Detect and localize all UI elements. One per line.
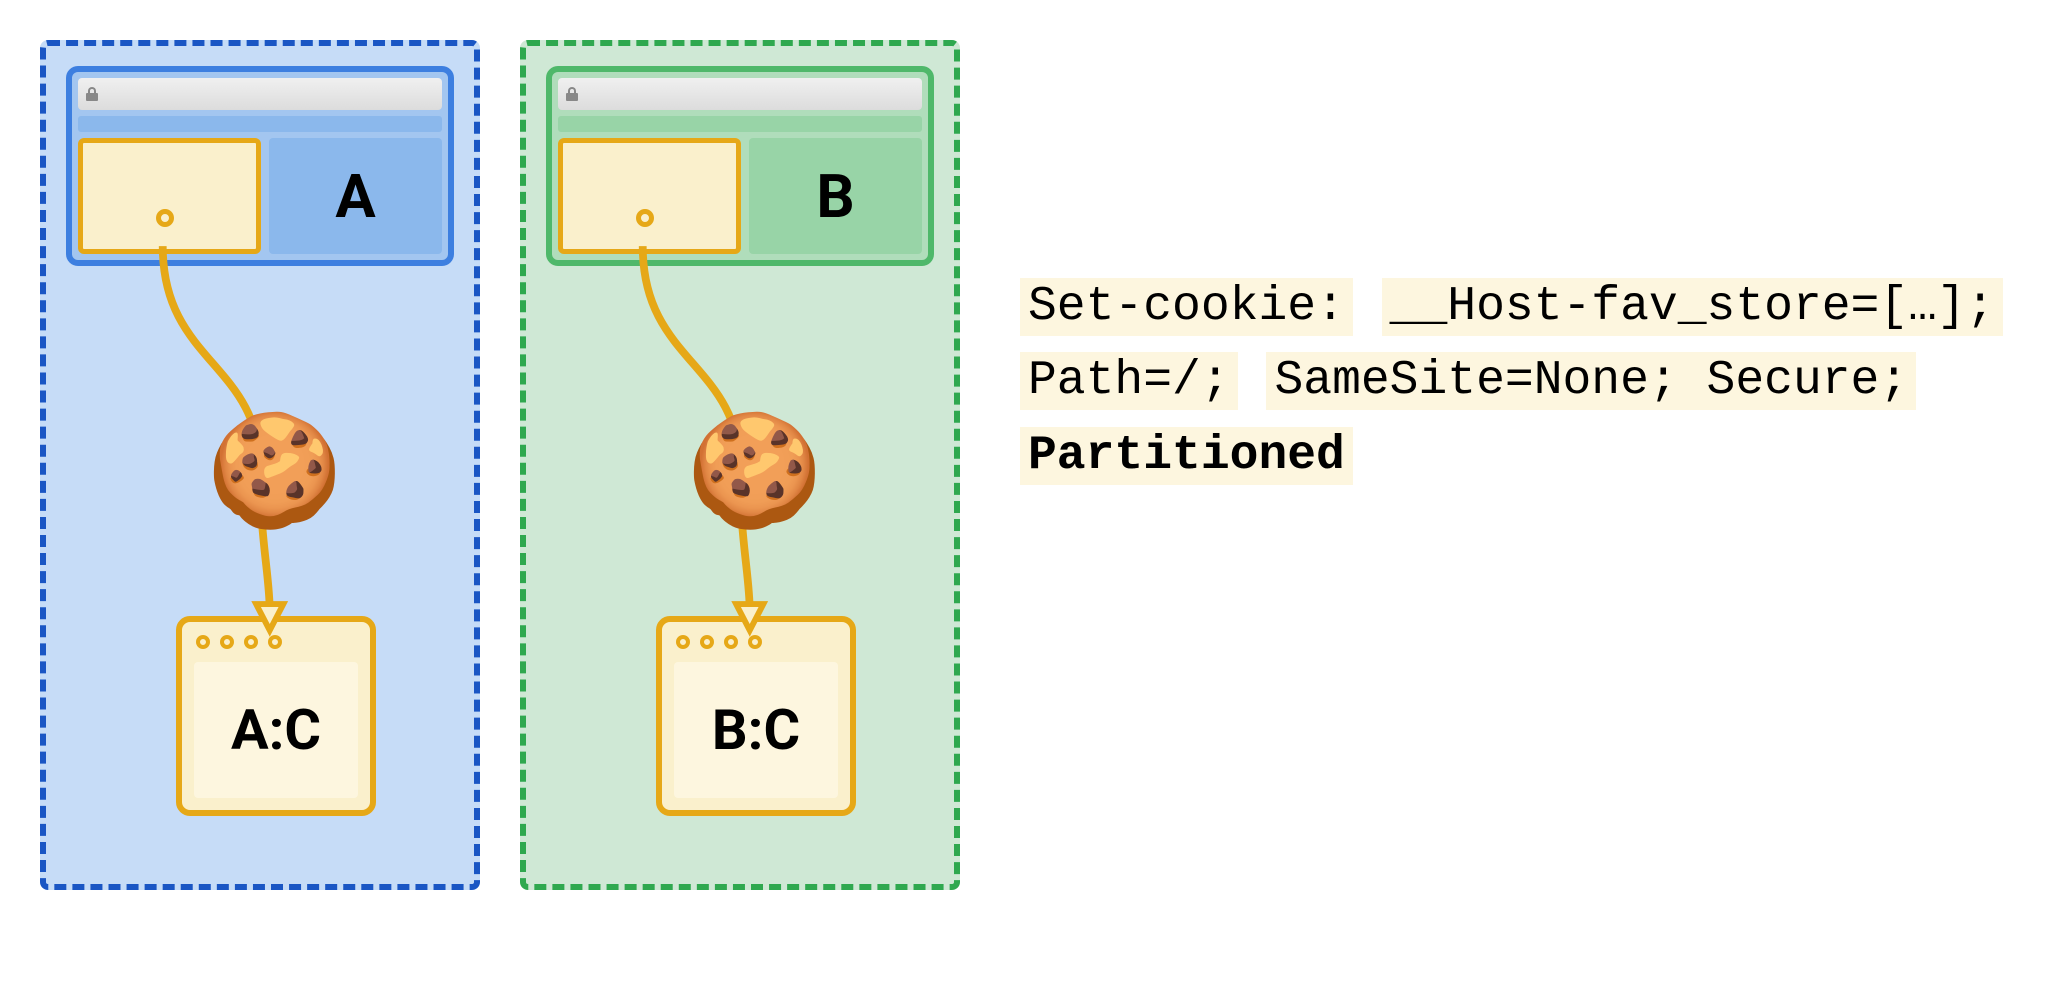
address-bar [78, 78, 442, 110]
browser-window-b: B [546, 66, 934, 266]
browser-content: B [552, 138, 928, 260]
cookie-icon: 🍪 [686, 416, 823, 526]
code-line: SameSite=None; Secure; [1266, 352, 1916, 410]
jar-header [182, 622, 370, 662]
cookie-jar-b: B:C [656, 616, 856, 816]
jar-label: B:C [674, 662, 838, 798]
partition-b: B 🍪 B:C [520, 40, 960, 890]
jar-dot [268, 635, 282, 649]
jar-label: A:C [194, 662, 358, 798]
cookie-header-code: Set-cookie: __Host-fav_store=[…]; Path=/… [1020, 270, 2008, 493]
jar-dot [748, 635, 762, 649]
code-line: __Host-fav_store=[…]; [1382, 278, 2003, 336]
embedded-iframe [558, 138, 741, 254]
jar-dot [220, 635, 234, 649]
code-line: Path=/; [1020, 352, 1238, 410]
nav-row [78, 116, 442, 132]
lock-icon [566, 87, 578, 101]
iframe-anchor-dot [636, 209, 654, 227]
jar-header [662, 622, 850, 662]
cookie-jar-a: A:C [176, 616, 376, 816]
jar-dot [676, 635, 690, 649]
nav-row [558, 116, 922, 132]
jar-dot [724, 635, 738, 649]
jar-dot [244, 635, 258, 649]
embedded-iframe [78, 138, 261, 254]
address-bar [558, 78, 922, 110]
iframe-anchor-dot [156, 209, 174, 227]
jar-dot [196, 635, 210, 649]
code-line: Partitioned [1020, 427, 1353, 485]
cookie-icon: 🍪 [206, 416, 343, 526]
code-line: Set-cookie: [1020, 278, 1353, 336]
site-label: A [269, 138, 442, 254]
diagram-row: A 🍪 A:C [40, 40, 960, 890]
browser-window-a: A [66, 66, 454, 266]
partition-a: A 🍪 A:C [40, 40, 480, 890]
browser-content: A [72, 138, 448, 260]
site-label: B [749, 138, 922, 254]
jar-dot [700, 635, 714, 649]
lock-icon [86, 87, 98, 101]
